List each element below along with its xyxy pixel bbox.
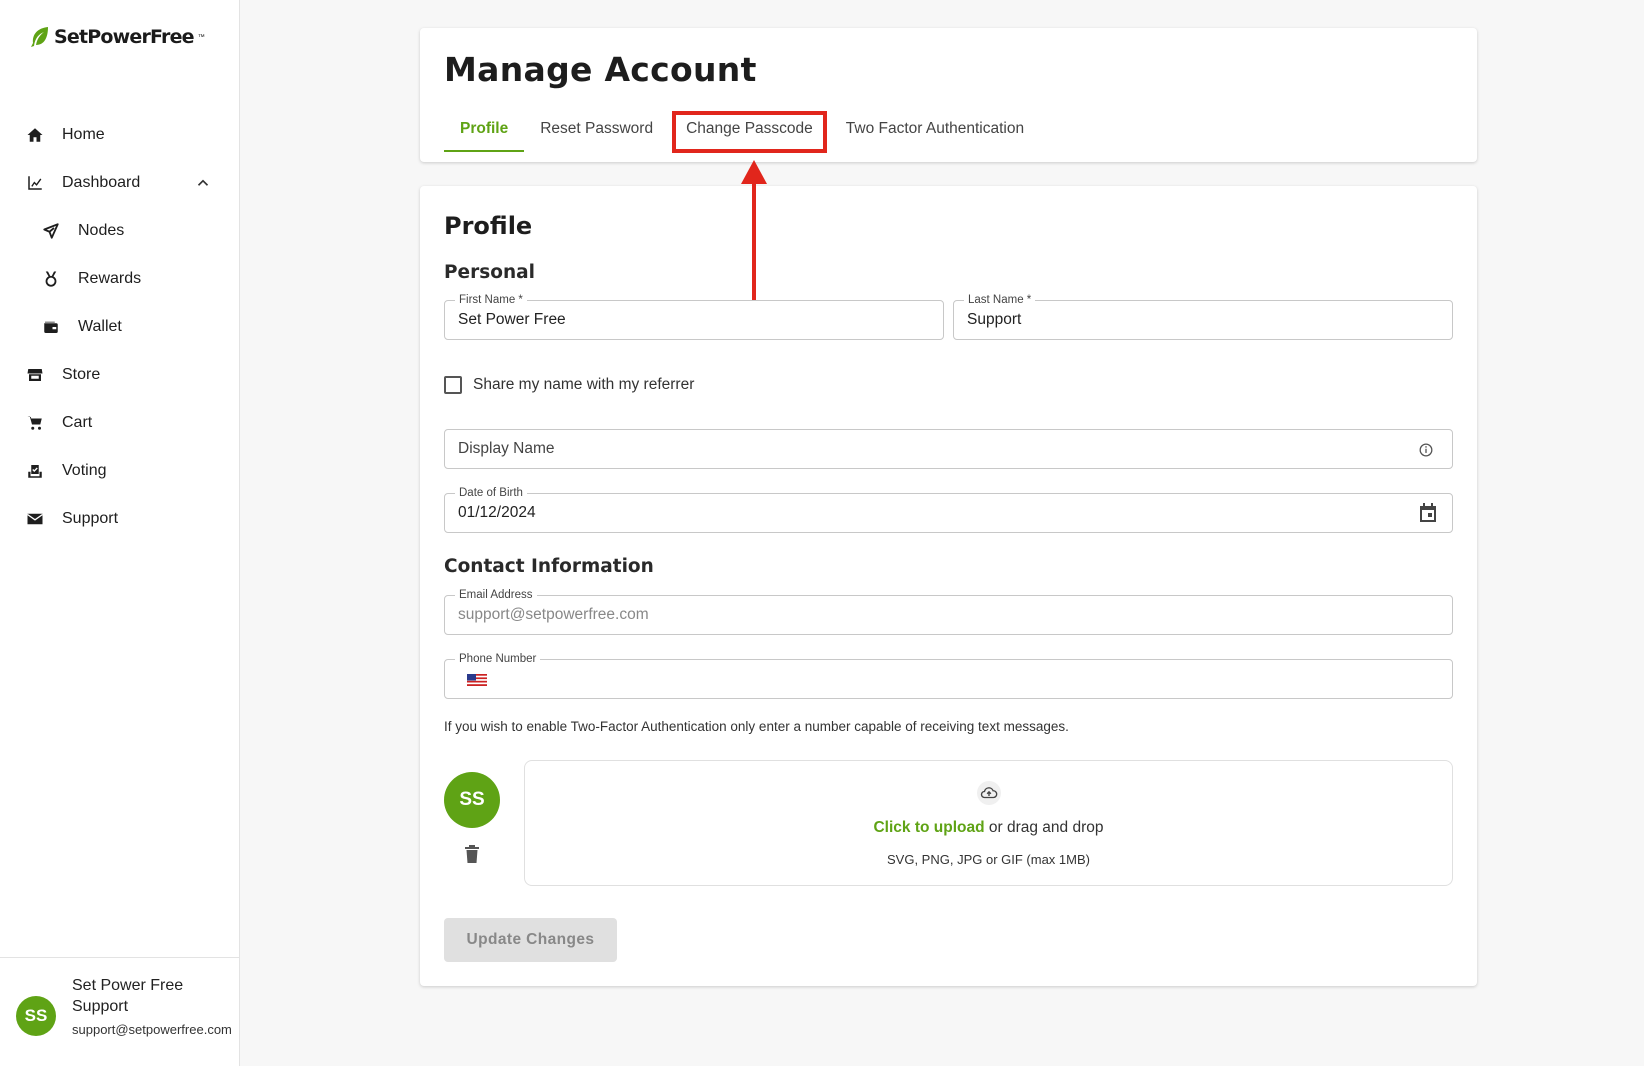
chevron-up-icon[interactable]: [194, 174, 212, 192]
sidebar-item-wallet[interactable]: Wallet: [0, 303, 240, 351]
sidebar-item-dashboard[interactable]: Dashboard: [0, 159, 240, 207]
phone-input[interactable]: [497, 660, 1444, 698]
profile-avatar: SS: [444, 772, 500, 828]
email-field[interactable]: Email Address: [444, 588, 1453, 635]
avatar-upload-dropzone[interactable]: Click to upload or drag and drop SVG, PN…: [524, 760, 1453, 886]
date-of-birth-field[interactable]: Date of Birth: [444, 486, 1453, 533]
sidebar-item-voting[interactable]: Voting: [0, 447, 240, 495]
sidebar-item-label: Nodes: [78, 222, 125, 239]
send-icon: [42, 222, 60, 240]
sidebar-item-home[interactable]: Home: [0, 111, 240, 159]
first-name-input[interactable]: [458, 301, 896, 339]
cloud-upload-icon: [977, 781, 1001, 805]
sidebar-item-label: Wallet: [78, 318, 122, 335]
first-name-field[interactable]: First Name *: [444, 293, 944, 340]
store-icon: [26, 366, 44, 384]
contact-heading: Contact Information: [444, 556, 654, 577]
display-name-field[interactable]: [444, 429, 1453, 469]
user-panel[interactable]: SS Set Power Free Support support@setpow…: [0, 957, 240, 1066]
profile-title: Profile: [444, 212, 533, 240]
page-title: Manage Account: [444, 50, 757, 89]
us-flag-icon[interactable]: [467, 674, 487, 686]
upload-file-hint: SVG, PNG, JPG or GIF (max 1MB): [887, 852, 1090, 867]
sidebar: SetPowerFree ™ Home Dashboard Nodes Rewar…: [0, 0, 240, 1066]
sidebar-nav: Home Dashboard Nodes Rewards Wallet Stor…: [0, 111, 240, 543]
phone-field[interactable]: Phone Number: [444, 652, 1453, 699]
mail-icon: [26, 510, 44, 528]
date-of-birth-input[interactable]: [458, 494, 1405, 532]
sidebar-item-label: Store: [62, 366, 101, 383]
sidebar-item-label: Voting: [62, 462, 107, 479]
share-name-label: Share my name with my referrer: [473, 376, 695, 393]
sidebar-item-rewards[interactable]: Rewards: [0, 255, 240, 303]
sidebar-item-label: Dashboard: [62, 174, 141, 191]
brand-trademark: ™: [197, 33, 205, 41]
account-tabs: Profile Reset Password Change Passcode T…: [444, 111, 1040, 162]
cart-icon: [26, 414, 44, 432]
home-icon: [26, 126, 44, 144]
update-changes-button[interactable]: Update Changes: [444, 918, 617, 962]
sidebar-item-label: Cart: [62, 414, 93, 431]
user-email: support@setpowerfree.com: [72, 1022, 232, 1037]
drag-drop-text: or drag and drop: [988, 819, 1104, 836]
two-factor-help-text: If you wish to enable Two-Factor Authent…: [444, 719, 1069, 734]
sidebar-item-label: Rewards: [78, 270, 142, 287]
manage-account-header: Manage Account Profile Reset Password Ch…: [420, 28, 1477, 162]
sidebar-item-support[interactable]: Support: [0, 495, 240, 543]
share-name-checkbox[interactable]: [444, 376, 462, 394]
profile-form: Profile Personal First Name * Last Name …: [420, 186, 1477, 986]
medal-icon: [42, 270, 60, 288]
tab-change-passcode[interactable]: Change Passcode: [672, 111, 827, 153]
sidebar-item-cart[interactable]: Cart: [0, 399, 240, 447]
brand-name: SetPowerFree: [54, 26, 195, 48]
upload-instructions: Click to upload or drag and drop: [525, 819, 1452, 837]
annotation-arrow: [741, 160, 767, 300]
personal-heading: Personal: [444, 262, 535, 283]
last-name-field[interactable]: Last Name *: [953, 293, 1453, 340]
sidebar-item-nodes[interactable]: Nodes: [0, 207, 240, 255]
calendar-icon[interactable]: [1416, 501, 1440, 525]
avatar[interactable]: SS: [16, 996, 56, 1036]
trash-icon[interactable]: [464, 845, 480, 863]
user-name: Set Power Free Support: [72, 977, 184, 1015]
tab-two-factor-authentication[interactable]: Two Factor Authentication: [830, 114, 1040, 166]
wallet-icon: [42, 318, 60, 336]
vote-icon: [26, 462, 44, 480]
last-name-input[interactable]: [967, 301, 1405, 339]
email-input[interactable]: [458, 596, 1405, 634]
chart-line-icon: [26, 174, 44, 192]
display-name-input[interactable]: [458, 430, 1405, 468]
sidebar-item-label: Home: [62, 126, 105, 143]
sidebar-item-store[interactable]: Store: [0, 351, 240, 399]
tab-profile[interactable]: Profile: [444, 114, 525, 166]
tab-reset-password[interactable]: Reset Password: [524, 114, 669, 166]
leaf-icon: [31, 27, 48, 47]
share-name-option[interactable]: Share my name with my referrer: [444, 376, 694, 394]
info-icon[interactable]: [1416, 440, 1436, 460]
click-to-upload-link[interactable]: Click to upload: [873, 819, 984, 836]
sidebar-item-label: Support: [62, 510, 119, 527]
brand-logo[interactable]: SetPowerFree ™: [30, 26, 205, 48]
